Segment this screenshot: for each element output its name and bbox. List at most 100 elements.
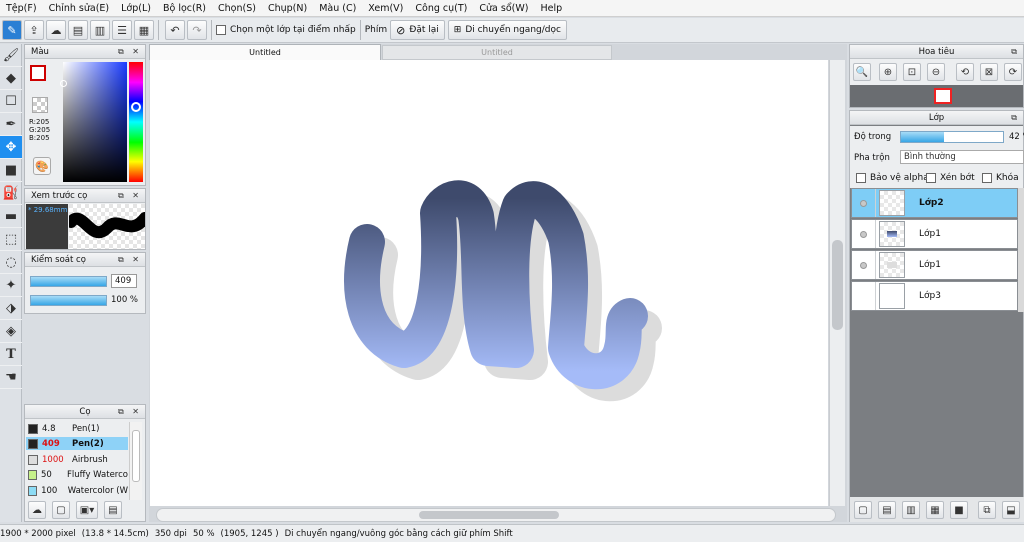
horizontal-scroll-thumb[interactable] xyxy=(419,511,559,519)
brush-tool-icon[interactable]: 🖌 xyxy=(0,44,22,67)
new-layer-icon[interactable]: ▢ xyxy=(854,501,872,519)
brush-item[interactable]: 1000 Airbrush xyxy=(26,453,128,466)
rect-select-tool-icon[interactable]: ⬚ xyxy=(0,228,22,251)
brush-menu-icon[interactable]: ▣▾ xyxy=(76,501,98,519)
menu-layer[interactable]: Lớp(L) xyxy=(115,3,157,14)
vertical-scroll-thumb[interactable] xyxy=(832,240,843,330)
palette-icon[interactable]: 🎨 xyxy=(33,157,51,175)
panel-controls-icon[interactable]: ⧉ xyxy=(1011,47,1020,57)
undo-icon[interactable]: ↶ xyxy=(165,20,185,40)
redo-icon[interactable]: ↷ xyxy=(187,20,207,40)
rotate-right-icon[interactable]: ⟳ xyxy=(1004,63,1022,81)
layer-opacity-slider[interactable] xyxy=(900,131,1004,143)
new-layer-1bit-icon[interactable]: ▥ xyxy=(902,501,920,519)
brush-item[interactable]: 50 Fluffy Waterco xyxy=(26,468,128,481)
merge-layer-icon[interactable]: ⬓ xyxy=(1002,501,1020,519)
menu-edit[interactable]: Chỉnh sửa(E) xyxy=(43,3,116,14)
clipping-option[interactable]: Xén bớt xyxy=(926,173,975,183)
brush-list-scrollbar[interactable] xyxy=(129,422,142,500)
lock-checkbox[interactable] xyxy=(982,173,992,183)
pen-tool-icon[interactable]: ✒ xyxy=(0,113,22,136)
menu-file[interactable]: Tệp(F) xyxy=(0,3,43,14)
document-tab[interactable]: Untitled xyxy=(382,45,612,60)
menu-color[interactable]: Màu (C) xyxy=(313,3,362,14)
app-logo-icon[interactable]: ✎ xyxy=(2,20,22,40)
menu-tools[interactable]: Công cụ(T) xyxy=(409,3,473,14)
rectangle-tool-icon[interactable]: ☐ xyxy=(0,90,22,113)
select-layer-checkbox[interactable] xyxy=(216,25,226,35)
zoom-out-icon[interactable]: ⊖ xyxy=(927,63,945,81)
canvas-vertical-scrollbar[interactable] xyxy=(829,60,845,506)
primary-color-swatch[interactable] xyxy=(30,65,46,81)
brush-size-slider[interactable] xyxy=(30,276,107,287)
protect-alpha-checkbox[interactable] xyxy=(856,173,866,183)
new-layer-8bit-icon[interactable]: ▤ xyxy=(878,501,896,519)
zoom-in-icon[interactable]: ⊕ xyxy=(879,63,897,81)
transparent-color-swatch[interactable] xyxy=(32,97,48,113)
hue-slider-knob[interactable] xyxy=(131,102,141,112)
navigator-viewport-box[interactable] xyxy=(934,88,952,104)
brush-settings-icon[interactable]: ▤ xyxy=(104,501,122,519)
brush-opacity-slider[interactable] xyxy=(30,295,107,306)
move-hv-button[interactable]: ⊞ Di chuyển ngang/dọc xyxy=(447,20,567,40)
canvas-horizontal-scrollbar[interactable] xyxy=(156,508,836,522)
menu-window[interactable]: Cửa sổ(W) xyxy=(473,3,534,14)
clipping-checkbox[interactable] xyxy=(926,173,936,183)
list-view-icon[interactable]: ☰ xyxy=(112,20,132,40)
panel-controls-icon[interactable]: ⧉ xyxy=(1011,113,1020,123)
hand-tool-icon[interactable]: ☚ xyxy=(0,366,22,389)
eraser-tool-icon[interactable]: ◆ xyxy=(0,67,22,90)
select-layer-option[interactable]: Chọn một lớp tại điểm nhấp xyxy=(216,25,356,35)
new-folder-icon[interactable]: ■ xyxy=(950,501,968,519)
rotate-reset-icon[interactable]: ⊠ xyxy=(980,63,998,81)
fill-rect-tool-icon[interactable]: ■ xyxy=(0,159,22,182)
drawing-canvas[interactable] xyxy=(150,60,828,506)
panel-controls-icon[interactable]: ⧉ ✕ xyxy=(118,255,142,265)
saturation-value-picker[interactable] xyxy=(60,62,127,182)
zoom-fit-icon[interactable]: ⊡ xyxy=(903,63,921,81)
export-icon[interactable]: ⇪ xyxy=(24,20,44,40)
blend-mode-select[interactable]: Bình thường xyxy=(900,150,1024,164)
panel-controls-icon[interactable]: ⧉ ✕ xyxy=(118,407,142,417)
layer-visibility-toggle[interactable] xyxy=(852,251,876,279)
reset-button[interactable]: ⊘ Đặt lại xyxy=(390,20,445,40)
brush-item[interactable]: 4.8 Pen(1) xyxy=(26,422,128,435)
layer-visibility-toggle[interactable] xyxy=(852,189,876,217)
hue-slider[interactable] xyxy=(129,62,143,182)
brush-cloud-icon[interactable]: ☁ xyxy=(28,501,46,519)
gradient-tool-icon[interactable]: ▬ xyxy=(0,205,22,228)
layer-row[interactable]: Lớp1 xyxy=(851,250,1018,280)
lasso-tool-icon[interactable]: ◌ xyxy=(0,251,22,274)
layer-visibility-toggle[interactable] xyxy=(852,282,876,310)
layer-list-scrollbar[interactable] xyxy=(1018,188,1024,312)
magic-wand-tool-icon[interactable]: ✦ xyxy=(0,274,22,297)
menu-filter[interactable]: Bộ lọc(R) xyxy=(157,3,212,14)
select-eraser-tool-icon[interactable]: ◈ xyxy=(0,320,22,343)
message-icon[interactable]: ▤ xyxy=(68,20,88,40)
menu-capture[interactable]: Chụp(N) xyxy=(262,3,313,14)
grid-view-icon[interactable]: ▦ xyxy=(134,20,154,40)
menu-view[interactable]: Xem(V) xyxy=(362,3,409,14)
move-tool-icon[interactable]: ✥ xyxy=(0,136,22,159)
brush-size-input[interactable]: 409 xyxy=(111,274,137,288)
panel-controls-icon[interactable]: ⧉ ✕ xyxy=(118,191,142,201)
panel-controls-icon[interactable]: ⧉ ✕ xyxy=(118,47,142,57)
brush-new-icon[interactable]: ▢ xyxy=(52,501,70,519)
new-halftone-layer-icon[interactable]: ▦ xyxy=(926,501,944,519)
layer-visibility-toggle[interactable] xyxy=(852,220,876,248)
layer-row[interactable]: Lớp1 xyxy=(851,219,1018,249)
text-tool-icon[interactable]: T xyxy=(0,343,22,366)
zoom-reset-icon[interactable]: 🔍 xyxy=(853,63,871,81)
menu-help[interactable]: Help xyxy=(534,3,568,14)
document-icon[interactable]: ▥ xyxy=(90,20,110,40)
brush-item[interactable]: 100 Watercolor (W xyxy=(26,484,128,497)
brush-item[interactable]: 409 Pen(2) xyxy=(26,437,128,450)
layer-row[interactable]: Lớp3 xyxy=(851,281,1018,311)
brush-list-scroll-thumb[interactable] xyxy=(132,430,140,482)
layer-row[interactable]: Lớp2 xyxy=(851,188,1018,218)
protect-alpha-option[interactable]: Bảo vệ alpha xyxy=(856,173,929,183)
select-pen-tool-icon[interactable]: ⬗ xyxy=(0,297,22,320)
document-tab-active[interactable]: Untitled xyxy=(149,44,381,60)
menu-select[interactable]: Chọn(S) xyxy=(212,3,262,14)
bucket-tool-icon[interactable]: ⛽ xyxy=(0,182,22,205)
